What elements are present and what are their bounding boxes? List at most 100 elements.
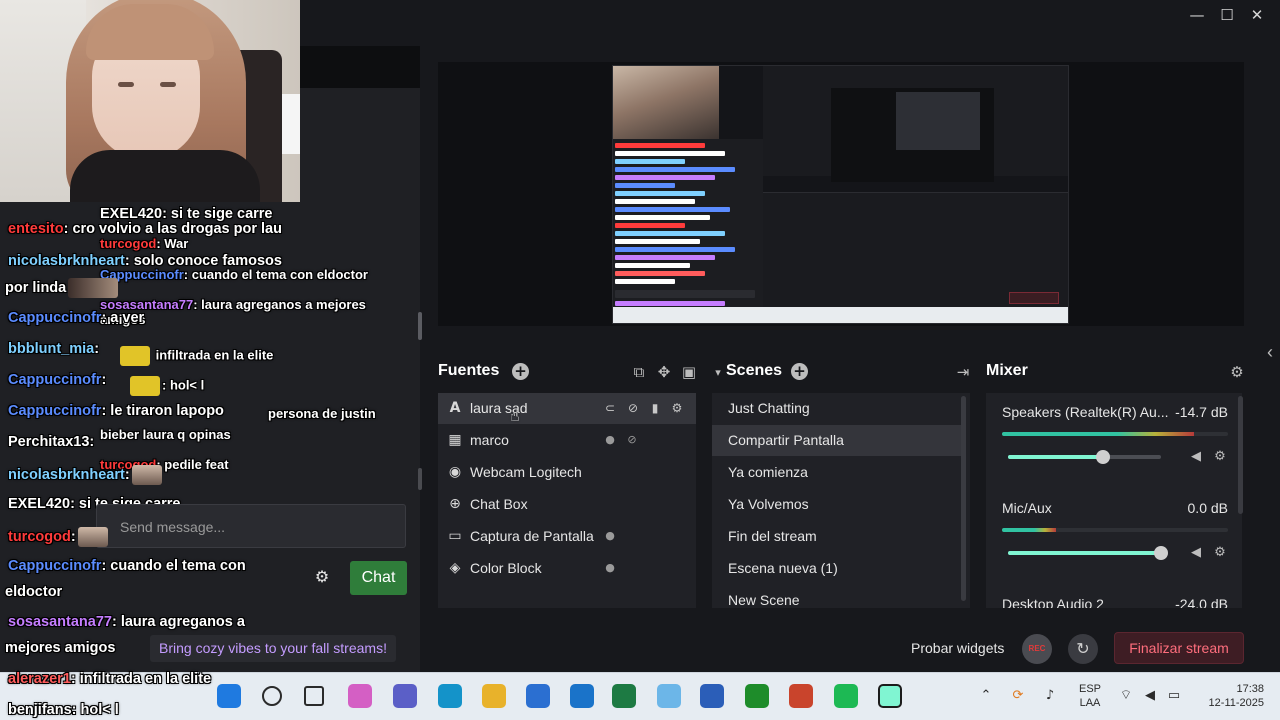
- collapse-dock-icon[interactable]: ⇥: [954, 362, 972, 382]
- add-folder-icon[interactable]: ▣: [680, 362, 698, 382]
- excel-icon[interactable]: [612, 684, 636, 708]
- source-label: Color Block: [470, 560, 542, 576]
- source-item[interactable]: ▭ Captura de Pantalla ●: [438, 521, 696, 552]
- lock-icon[interactable]: ●: [603, 433, 617, 447]
- input-language[interactable]: ESP LAA: [1076, 682, 1104, 710]
- lang-top: ESP: [1078, 683, 1101, 695]
- scene-label: Compartir Pantalla: [728, 432, 844, 448]
- clock[interactable]: 17:38 12-11-2025: [1194, 682, 1264, 710]
- title-bar: — ☐ ✕: [300, 0, 1280, 30]
- chevron-down-icon[interactable]: ▾: [709, 363, 727, 383]
- copilot-icon[interactable]: [348, 684, 372, 708]
- scenes-scrollbar[interactable]: [961, 396, 966, 601]
- end-stream-button[interactable]: Finalizar stream: [1114, 632, 1244, 664]
- sources-list: A laura sad ⊂ ⊘ ▮ ⚙ ▦ marco ● ⊘ ◉ Webcam…: [438, 393, 696, 608]
- scene-item[interactable]: Ya comienza: [712, 457, 962, 488]
- maximize-button[interactable]: ☐: [1216, 4, 1238, 26]
- scenes-title: Scenes: [726, 362, 783, 379]
- stream-preview[interactable]: [612, 65, 1069, 324]
- gear-icon[interactable]: ⚙: [669, 400, 685, 416]
- gear-icon[interactable]: ⚙: [1228, 362, 1246, 382]
- record-button[interactable]: REC: [1022, 634, 1052, 664]
- microphone-icon[interactable]: ♪: [1040, 686, 1060, 706]
- wifi-icon[interactable]: ⌔: [1116, 686, 1136, 706]
- scene-item[interactable]: Escena nueva (1): [712, 553, 962, 584]
- send-message-input[interactable]: [120, 518, 370, 536]
- add-source-icon[interactable]: +: [512, 363, 529, 380]
- scene-item[interactable]: Fin del stream: [712, 521, 962, 552]
- volume-slider-knob[interactable]: [1095, 450, 1110, 464]
- left-dock-scrollbar-lower[interactable]: [418, 468, 422, 490]
- volume-slider-knob[interactable]: [1154, 546, 1168, 560]
- store-icon[interactable]: [526, 684, 550, 708]
- mixer-scrollbar[interactable]: [1238, 396, 1243, 514]
- close-button[interactable]: ✕: [1246, 4, 1268, 26]
- update-icon[interactable]: ⟳: [1008, 686, 1028, 706]
- mixer-channel-name: Speakers (Realtek(R) Au...: [1002, 404, 1169, 420]
- volume-slider[interactable]: [1008, 546, 1168, 560]
- word-icon[interactable]: [700, 684, 724, 708]
- speaker-icon[interactable]: ◀: [1188, 545, 1204, 561]
- speaker-icon[interactable]: ◀: [1188, 449, 1204, 465]
- selective-recording-icon[interactable]: ⧉: [630, 362, 648, 382]
- mixer-channel-name: Desktop Audio 2: [1002, 596, 1104, 608]
- text-icon: A: [449, 400, 461, 416]
- scene-item[interactable]: Just Chatting: [712, 393, 962, 424]
- left-dock-scrollbar[interactable]: [418, 312, 422, 340]
- trash-icon[interactable]: ▮: [647, 400, 663, 416]
- chevron-up-icon[interactable]: ⌃: [976, 686, 996, 706]
- lock-icon[interactable]: ●: [603, 529, 617, 543]
- source-label: Webcam Logitech: [470, 464, 582, 480]
- powerpoint-icon[interactable]: [789, 684, 813, 708]
- scene-label: Ya Volvemos: [728, 496, 809, 512]
- source-item[interactable]: A laura sad ⊂ ⊘ ▮ ⚙: [438, 393, 696, 424]
- test-widgets-button[interactable]: Probar widgets: [911, 640, 1004, 656]
- promo-banner[interactable]: Bring cozy vibes to your fall streams!: [150, 635, 396, 662]
- search-icon[interactable]: [262, 686, 282, 706]
- gear-icon[interactable]: ⚙: [1212, 449, 1228, 465]
- unlock-icon[interactable]: ⊂: [602, 400, 618, 416]
- source-item[interactable]: ◈ Color Block ●: [438, 553, 696, 584]
- minimize-button[interactable]: —: [1186, 4, 1208, 26]
- mixer-channel-db: -14.7 dB: [1175, 404, 1228, 420]
- scene-label: Ya comienza: [728, 464, 808, 480]
- scene-label: Just Chatting: [728, 400, 810, 416]
- chat-send-button[interactable]: Chat: [350, 561, 407, 595]
- preview-end-button: [1009, 292, 1059, 304]
- source-label: Captura de Pantalla: [470, 528, 594, 544]
- left-dock-header: [300, 46, 420, 88]
- source-item[interactable]: ◉ Webcam Logitech: [438, 457, 696, 488]
- scene-item[interactable]: Compartir Pantalla: [712, 425, 962, 456]
- edge-icon[interactable]: [438, 684, 462, 708]
- replay-buffer-icon[interactable]: ↻: [1068, 634, 1098, 664]
- streamlabs-icon[interactable]: [878, 684, 902, 708]
- visibility-off-icon[interactable]: ⊘: [625, 433, 639, 447]
- chevron-left-icon[interactable]: ‹: [1262, 340, 1278, 364]
- visibility-off-icon[interactable]: ⊘: [625, 400, 641, 416]
- xbox-icon[interactable]: [745, 684, 769, 708]
- add-scene-icon[interactable]: +: [791, 363, 808, 380]
- mail-icon[interactable]: [570, 684, 594, 708]
- mixer-panel: Speakers (Realtek(R) Au... -14.7 dB ◀ ⚙ …: [986, 393, 1242, 608]
- photos-icon[interactable]: [657, 684, 681, 708]
- preview-taskbar: [613, 307, 1068, 323]
- spotify-icon[interactable]: [834, 684, 858, 708]
- lock-icon[interactable]: ●: [603, 561, 617, 575]
- scene-item[interactable]: New Scene: [712, 585, 962, 608]
- teams-icon[interactable]: [393, 684, 417, 708]
- scene-item[interactable]: Ya Volvemos: [712, 489, 962, 520]
- file-explorer-icon[interactable]: [482, 684, 506, 708]
- windows-start-icon[interactable]: [217, 684, 241, 708]
- lang-bottom: LAA: [1079, 697, 1101, 709]
- gear-icon[interactable]: ⚙: [313, 568, 331, 586]
- source-item[interactable]: ▦ marco ● ⊘: [438, 425, 696, 456]
- source-item[interactable]: ⊕ Chat Box: [438, 489, 696, 520]
- volume-slider[interactable]: [1008, 450, 1161, 464]
- transform-icon[interactable]: ✥: [655, 362, 673, 382]
- mixer-channel-db: 0.0 dB: [1187, 500, 1228, 516]
- volume-icon[interactable]: ◀: [1140, 686, 1160, 706]
- source-label: Chat Box: [470, 496, 528, 512]
- battery-icon[interactable]: ▭: [1164, 686, 1184, 706]
- gear-icon[interactable]: ⚙: [1212, 545, 1228, 561]
- task-view-icon[interactable]: [304, 686, 324, 706]
